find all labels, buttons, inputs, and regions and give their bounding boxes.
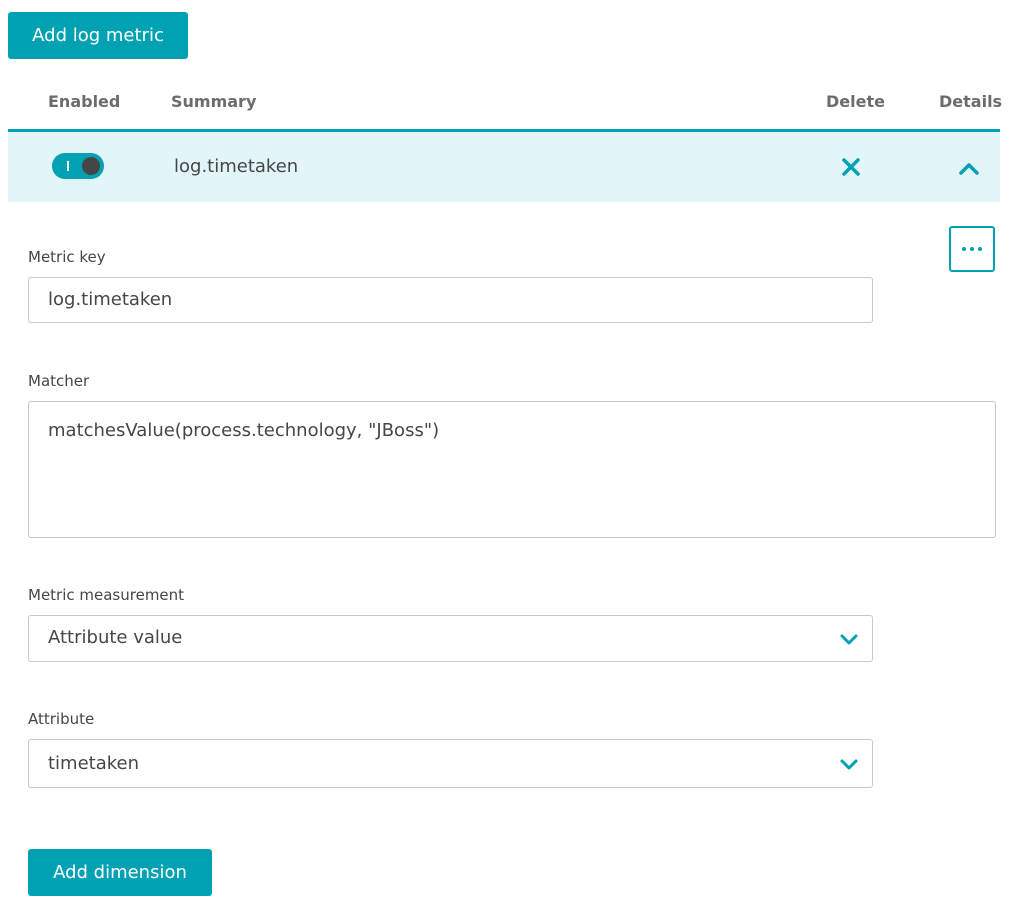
- attribute-select[interactable]: timetaken: [28, 739, 873, 788]
- attribute-value: timetaken: [48, 753, 140, 774]
- metric-measurement-select[interactable]: Attribute value: [28, 615, 873, 662]
- chevron-down-icon: [840, 634, 858, 645]
- more-dot: [978, 247, 982, 251]
- attribute-label: Attribute: [28, 710, 95, 728]
- column-header-summary: Summary: [171, 92, 257, 111]
- add-dimension-button[interactable]: Add dimension: [28, 849, 212, 896]
- table-row: log.timetaken: [8, 129, 1000, 202]
- metric-measurement-value: Attribute value: [48, 627, 183, 648]
- enabled-toggle[interactable]: [52, 153, 104, 179]
- close-icon[interactable]: [840, 156, 862, 178]
- metric-measurement-label: Metric measurement: [28, 586, 185, 604]
- column-header-details: Details: [939, 92, 1003, 111]
- more-dot: [970, 247, 974, 251]
- toggle-on-indicator: [67, 161, 69, 171]
- more-actions-button[interactable]: [949, 226, 995, 272]
- chevron-up-icon[interactable]: [958, 160, 980, 176]
- matcher-label: Matcher: [28, 372, 90, 390]
- column-header-delete: Delete: [826, 92, 885, 111]
- add-log-metric-button[interactable]: Add log metric: [8, 12, 188, 59]
- matcher-textarea[interactable]: matchesValue(process.technology, "JBoss"…: [28, 401, 996, 538]
- column-header-enabled: Enabled: [48, 92, 121, 111]
- toggle-knob: [82, 157, 100, 175]
- row-summary: log.timetaken: [174, 156, 299, 177]
- more-horizontal-icon: [962, 247, 966, 251]
- metric-key-label: Metric key: [28, 248, 106, 266]
- chevron-down-icon: [840, 759, 858, 770]
- metric-key-input[interactable]: log.timetaken: [28, 277, 873, 323]
